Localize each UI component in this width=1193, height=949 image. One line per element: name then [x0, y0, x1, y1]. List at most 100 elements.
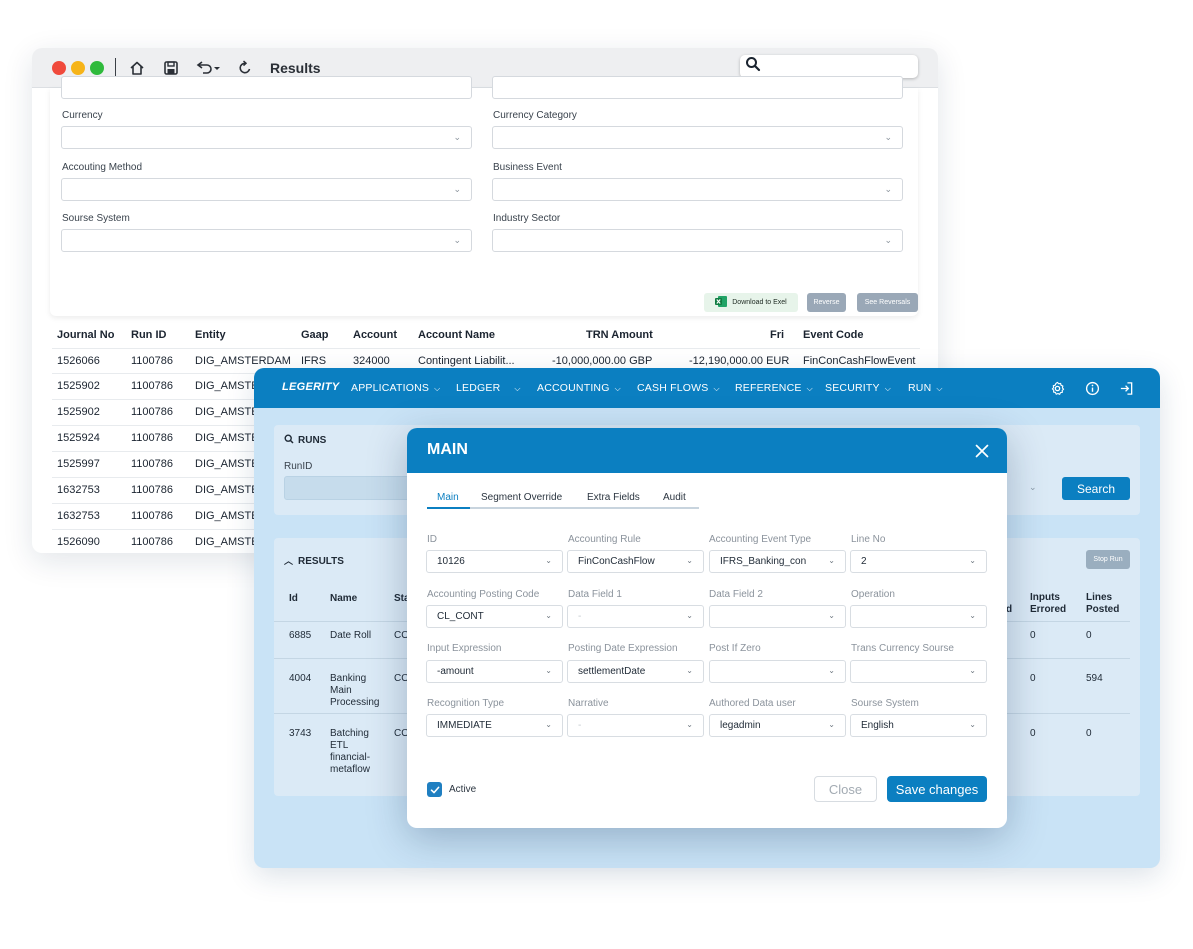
accounting-event-type-value: IFRS_Banking_con [720, 556, 807, 567]
save-changes-button[interactable]: Save changes [887, 776, 987, 802]
minimize-window-button[interactable] [71, 60, 85, 75]
run-id-label: RunID [284, 461, 313, 472]
download-excel-button[interactable]: Download to Exel [704, 293, 798, 312]
runs-title: RUNS [284, 434, 326, 446]
account-cell: 324000 [353, 355, 390, 367]
chevron-down-icon: ⌵ [614, 384, 621, 393]
settings-icon[interactable] [1049, 380, 1065, 396]
inputs-errored-cell: 0 [1030, 728, 1036, 739]
accounting-method-select[interactable]: ⌄ [61, 178, 472, 201]
excel-icon [715, 296, 728, 309]
see-reversals-button[interactable]: See Reversals [857, 293, 918, 312]
tab-segment-override[interactable]: Segment Override [481, 492, 562, 503]
search-icon [745, 56, 761, 77]
data-field-2-select[interactable]: ⌄ [709, 605, 846, 628]
accounting-rule-value: FinConCashFlow [578, 556, 655, 567]
business-event-label: Business Event [493, 162, 562, 173]
accounting-posting-code-value: CL_CONT [437, 611, 484, 622]
trans-currency-source-select[interactable]: ⌄ [850, 660, 987, 683]
journal-no-cell: 1632753 [57, 484, 100, 496]
chevron-up-icon[interactable]: ︿ [284, 556, 293, 566]
tab-main[interactable]: Main [437, 492, 459, 503]
operation-label: Operation [851, 589, 895, 600]
name-cell: Banking Main Processing [330, 673, 380, 708]
search-button[interactable]: Search [1062, 477, 1130, 500]
toolbar-search-input[interactable] [740, 55, 918, 78]
business-event-select[interactable]: ⌄ [492, 178, 903, 201]
chevron-down-icon: ⌄ [545, 556, 552, 565]
filter-select-top-right[interactable] [492, 76, 903, 99]
id-select[interactable]: 10126 ⌄ [426, 550, 563, 573]
nav-item-applications[interactable]: APPLICATIONS ⌵ [351, 382, 440, 394]
post-if-zero-select[interactable]: ⌄ [709, 660, 846, 683]
chevron-down-icon: ⌵ [514, 384, 521, 393]
nav-item-accounting[interactable]: ACCOUNTING ⌵ [537, 382, 621, 394]
nav-item-ledger[interactable]: LEDGER ⌵ [456, 382, 521, 394]
lines-posted-cell: 0 [1086, 728, 1092, 739]
authored-data-user-select[interactable]: legadmin ⌄ [709, 714, 846, 737]
chevron-down-icon: ⌄ [1029, 482, 1037, 492]
accounting-posting-code-label: Accounting Posting Code [427, 589, 540, 600]
info-icon[interactable] [1084, 380, 1100, 396]
nav-label: RUN [908, 382, 932, 394]
journal-no-cell: 1526066 [57, 355, 100, 367]
input-expression-select[interactable]: -amount ⌄ [426, 660, 563, 683]
run-id-cell: 1100786 [131, 432, 174, 444]
run-id-cell: 1100786 [131, 458, 174, 470]
run-id-cell: 1100786 [131, 510, 174, 522]
data-field-1-label: Data Field 1 [568, 589, 622, 600]
run-id-input[interactable] [284, 476, 414, 500]
run-id-cell: 1100786 [131, 406, 174, 418]
reverse-button[interactable]: Reverse [807, 293, 846, 312]
tab-audit[interactable]: Audit [663, 492, 686, 503]
source-system-select[interactable]: English ⌄ [850, 714, 987, 737]
post-if-zero-label: Post If Zero [709, 643, 761, 654]
accounting-rule-select[interactable]: FinConCashFlow ⌄ [567, 550, 704, 573]
inputs-errored-cell: 0 [1030, 673, 1036, 684]
recognition-type-select[interactable]: IMMEDIATE ⌄ [426, 714, 563, 737]
narrative-select[interactable]: - ⌄ [567, 714, 704, 737]
close-button[interactable]: Close [814, 776, 877, 802]
close-icon[interactable] [972, 441, 992, 461]
id-label: ID [427, 534, 437, 545]
data-field-1-select[interactable]: - ⌄ [567, 605, 704, 628]
journal-no-cell: 1525924 [57, 432, 100, 444]
journal-no-cell: 1525902 [57, 380, 100, 392]
nav-label: CASH FLOWS [637, 382, 709, 394]
industry-sector-select[interactable]: ⌄ [492, 229, 903, 252]
currency-category-select[interactable]: ⌄ [492, 126, 903, 149]
nav-item-cash-flows[interactable]: CASH FLOWS ⌵ [637, 382, 720, 394]
column-header-entity: Entity [195, 329, 226, 341]
active-checkbox[interactable] [427, 782, 442, 797]
active-tab-indicator [427, 507, 470, 509]
source-system-select[interactable]: ⌄ [61, 229, 472, 252]
tab-extra-fields[interactable]: Extra Fields [587, 492, 640, 503]
accounting-event-type-select[interactable]: IFRS_Banking_con ⌄ [709, 550, 846, 573]
chevron-down-icon: ⌄ [969, 556, 976, 565]
brand-logo[interactable]: LEGERITY [282, 381, 339, 393]
input-expression-value: -amount [437, 666, 474, 677]
posting-date-expression-value: settlementDate [578, 666, 646, 677]
logout-icon[interactable] [1118, 380, 1134, 396]
accounting-posting-code-select[interactable]: CL_CONT ⌄ [426, 605, 563, 628]
recognition-type-label: Recognition Type [427, 698, 505, 709]
maximize-window-button[interactable] [90, 60, 104, 75]
source-system-value: English [861, 720, 894, 731]
column-header-id: Id [289, 593, 298, 604]
nav-item-reference[interactable]: REFERENCE ⌵ [735, 382, 813, 394]
stop-run-button[interactable]: Stop Run [1086, 550, 1130, 569]
nav-item-run[interactable]: RUN ⌵ [908, 382, 943, 394]
nav-item-security[interactable]: SECURITY ⌵ [825, 382, 891, 394]
operation-select[interactable]: ⌄ [850, 605, 987, 628]
line-no-label: Line No [851, 534, 886, 545]
posting-date-expression-select[interactable]: settlementDate ⌄ [567, 660, 704, 683]
chevron-down-icon: ⌄ [686, 556, 693, 565]
top-navbar: LEGERITY APPLICATIONS ⌵ LEDGER ⌵ ACCOUNTIN… [254, 368, 1160, 408]
data-field-2-label: Data Field 2 [709, 589, 763, 600]
close-window-button[interactable] [52, 60, 66, 75]
name-cell: Batching ETL financial-metaflow [330, 728, 371, 775]
filter-select-top-left[interactable] [61, 76, 472, 99]
line-no-select[interactable]: 2 ⌄ [850, 550, 987, 573]
column-header-inputs-errored: Inputs Errored [1030, 592, 1067, 615]
currency-select[interactable]: ⌄ [61, 126, 472, 149]
